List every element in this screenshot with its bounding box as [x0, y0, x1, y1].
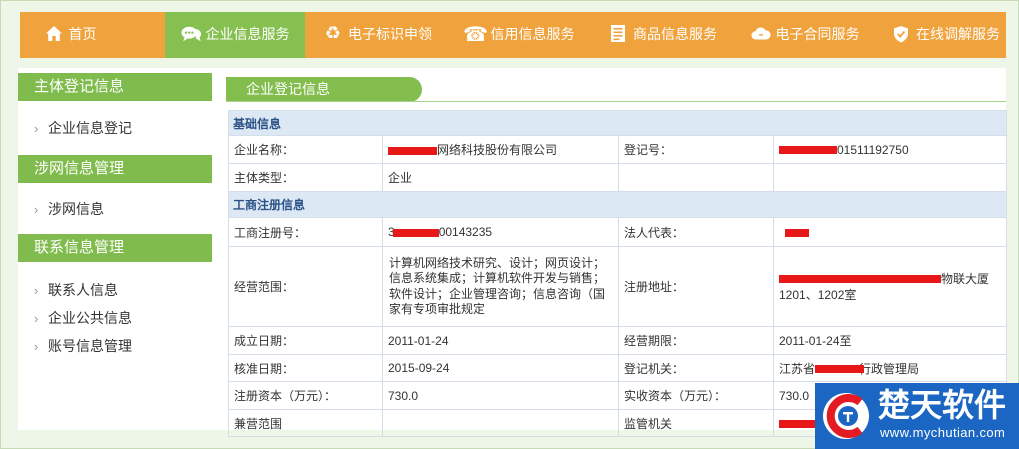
- company-name-text: 网络科技股份有限公司: [437, 143, 558, 157]
- address-line1: 物联大厦: [941, 271, 990, 286]
- nav-label: 电子标识申领: [348, 25, 432, 42]
- entity-type-label: 主体类型：: [228, 163, 383, 192]
- section-title-registration-info: 工商注册信息: [227, 191, 1008, 218]
- sidebar-section-title: 涉网信息管理: [18, 155, 212, 183]
- authority-suffix: 行政管理局: [859, 361, 920, 376]
- home-icon: [44, 24, 64, 44]
- section-row: 基础信息: [227, 110, 1008, 136]
- shield-icon: [891, 24, 911, 44]
- company-name-value: 网络科技股份有限公司: [382, 135, 619, 164]
- redaction-bar: [392, 228, 439, 237]
- phone-icon: ☎: [463, 21, 488, 46]
- brand-logo-icon: [821, 388, 871, 444]
- legal-rep-label: 法人代表：: [618, 217, 774, 247]
- table-row: 成立日期： 2011-01-24 经营期限： 2011-01-24至: [228, 326, 1008, 355]
- established-label: 成立日期：: [228, 326, 383, 355]
- sidebar-item-account-management[interactable]: › 账号信息管理: [18, 333, 212, 359]
- chevron-right-icon: ›: [34, 202, 39, 217]
- nav-item-credit-info[interactable]: ☎ 信用信息服务: [455, 12, 585, 58]
- established-value: 2011-01-24: [382, 326, 619, 355]
- table-row: 核准日期： 2015-09-24 登记机关： 江苏省 行政管理局: [228, 354, 1008, 382]
- legal-rep-value: [772, 217, 1008, 247]
- nav-item-enterprise-info[interactable]: 企业信息服务: [165, 12, 305, 58]
- table-row: 主体类型： 企业: [228, 163, 1008, 192]
- registered-capital-label: 注册资本（万元）：: [228, 381, 383, 410]
- cloud-icon: [750, 24, 771, 44]
- redaction-bar: [785, 228, 809, 237]
- recycle-icon: ♻: [324, 22, 342, 44]
- registration-no-label: 登记号：: [618, 135, 774, 164]
- sidebar-item-label: 联系人信息: [48, 282, 118, 298]
- watermark-brand: 楚天软件: [878, 387, 1007, 423]
- nav-item-home[interactable]: 首页: [30, 12, 110, 58]
- chevron-right-icon: ›: [34, 283, 39, 298]
- chevron-right-icon: ›: [34, 121, 39, 136]
- reg-number-value: 3 00143235: [382, 217, 619, 247]
- nav-label: 首页: [68, 25, 97, 42]
- redaction-bar: [388, 146, 437, 155]
- supervisor-label: 监管机关: [618, 409, 774, 437]
- sidebar-item-label: 企业公共信息: [48, 310, 132, 326]
- tab-enterprise-registration[interactable]: 企业登记信息: [226, 77, 422, 102]
- entity-type-value: 企业: [382, 163, 619, 192]
- sidebar-item-label: 企业信息登记: [48, 120, 132, 136]
- approved-value: 2015-09-24: [382, 354, 619, 382]
- approved-label: 核准日期：: [228, 354, 383, 382]
- registration-no-value: 01511192750: [772, 135, 1008, 164]
- nav-item-product-info[interactable]: 商品信息服务: [600, 12, 725, 58]
- nav-item-online-mediation[interactable]: 在线调解服务: [885, 12, 1006, 58]
- redaction-bar: [779, 275, 941, 284]
- sidebar-item-contacts[interactable]: › 联系人信息: [18, 277, 212, 303]
- table-row: 企业名称： 网络科技股份有限公司 登记号： 01511192750: [228, 135, 1008, 164]
- section-title-basic-info: 基础信息: [227, 110, 1008, 136]
- document-icon: [608, 24, 628, 44]
- sidebar-section-title: 联系信息管理: [18, 234, 212, 262]
- sidebar-section-title: 主体登记信息: [18, 73, 212, 101]
- chevron-right-icon: ›: [34, 339, 39, 354]
- sidebar-item-public-info[interactable]: › 企业公共信息: [18, 305, 212, 331]
- tab-underline: [226, 101, 1006, 102]
- nav-label: 在线调解服务: [916, 25, 1000, 42]
- nav-item-e-contract[interactable]: 电子合同服务: [740, 12, 870, 58]
- sidebar-item-label: 涉网信息: [48, 201, 104, 217]
- nav-label: 信用信息服务: [490, 25, 575, 42]
- sidebar-item-network-info[interactable]: › 涉网信息: [18, 196, 212, 222]
- chevron-right-icon: ›: [34, 311, 39, 326]
- redaction-bar: [779, 146, 837, 155]
- authority-label: 登记机关：: [618, 354, 774, 382]
- authority-value: 江苏省 行政管理局: [772, 354, 1008, 382]
- watermark: 楚天软件 www.mychutian.com: [815, 383, 1019, 449]
- secondary-scope-value: [382, 409, 619, 437]
- empty-cell: [772, 163, 1008, 192]
- section-row: 工商注册信息: [227, 191, 1008, 218]
- sidebar-item-label: 账号信息管理: [48, 338, 132, 354]
- authority-prefix: 江苏省: [779, 361, 816, 376]
- address-label: 注册地址：: [618, 246, 774, 327]
- sidebar-item-enterprise-registration[interactable]: › 企业信息登记: [18, 115, 212, 141]
- address-value: 物联大厦 1201、1202室: [772, 246, 1008, 327]
- business-scope-value: 计算机网络技术研究、设计；网页设计；信息系统集成；计算机软件开发与销售；软件设计…: [382, 246, 619, 327]
- chat-icon: [180, 24, 201, 44]
- registration-no-text: 01511192750: [837, 142, 909, 157]
- watermark-url: www.mychutian.com: [880, 425, 1006, 440]
- registered-capital-value: 730.0: [382, 381, 619, 410]
- reg-number-label: 工商注册号：: [228, 217, 383, 247]
- company-name-label: 企业名称：: [228, 135, 383, 164]
- nav-item-e-id-apply[interactable]: ♻ 电子标识申领: [310, 12, 445, 58]
- top-nav: 首页 企业信息服务 ♻ 电子标识申领 ☎ 信用信息服务 商品信息服务 电子合同服…: [20, 12, 1006, 58]
- secondary-scope-label: 兼营范围: [228, 409, 383, 437]
- nav-label: 商品信息服务: [633, 25, 717, 42]
- term-value: 2011-01-24至: [772, 326, 1008, 355]
- table-row: 经营范围： 计算机网络技术研究、设计；网页设计；信息系统集成；计算机软件开发与销…: [228, 246, 1008, 327]
- address-line2: 1201、1202室: [779, 287, 857, 302]
- nav-label: 电子合同服务: [775, 25, 860, 42]
- business-scope-label: 经营范围：: [228, 246, 383, 327]
- redaction-bar: [815, 365, 865, 374]
- paid-capital-label: 实收资本（万元）：: [618, 381, 774, 410]
- table-row: 工商注册号： 3 00143235 法人代表：: [228, 217, 1008, 247]
- reg-number-text: 00143235: [438, 225, 493, 239]
- term-label: 经营期限：: [618, 326, 774, 355]
- nav-label: 企业信息服务: [205, 25, 290, 42]
- empty-cell: [618, 163, 774, 192]
